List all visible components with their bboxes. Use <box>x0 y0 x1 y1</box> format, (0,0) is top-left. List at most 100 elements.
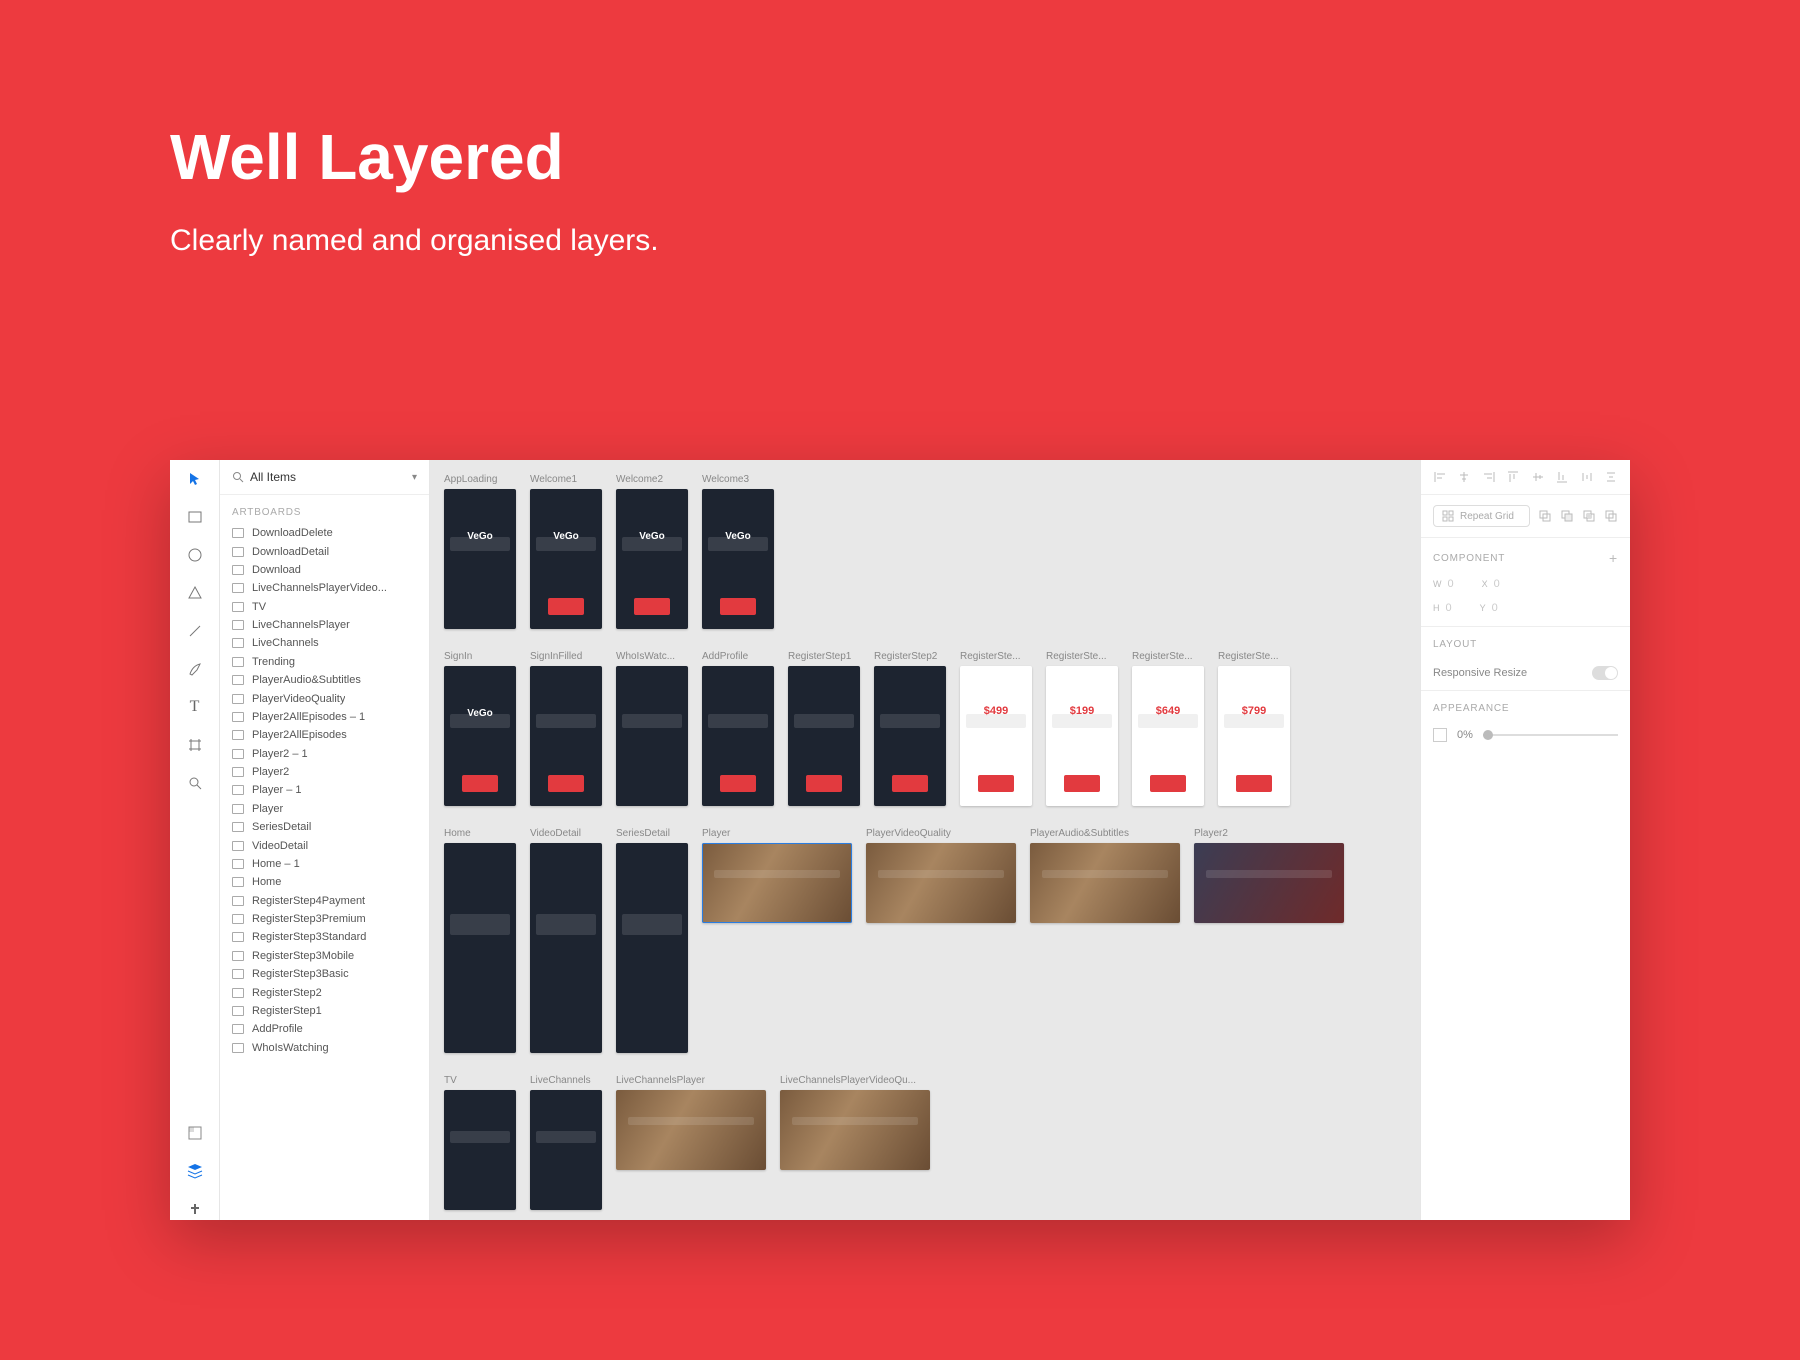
align-right-icon[interactable] <box>1482 470 1496 484</box>
opacity-value[interactable]: 0% <box>1457 729 1473 741</box>
artboard[interactable]: LiveChannelsPlayer <box>616 1075 766 1210</box>
zoom-tool-icon[interactable] <box>184 772 206 794</box>
layer-item[interactable]: Player2AllEpisodes – 1 <box>220 708 429 726</box>
x-value[interactable]: 0 <box>1494 578 1500 590</box>
artboard-thumb[interactable]: $199 <box>1046 666 1118 806</box>
text-tool-icon[interactable]: T <box>184 696 206 718</box>
align-top-icon[interactable] <box>1506 470 1520 484</box>
artboard[interactable]: AddProfile <box>702 651 774 806</box>
artboard[interactable]: RegisterSte...$799 <box>1218 651 1290 806</box>
align-bottom-icon[interactable] <box>1555 470 1569 484</box>
artboard[interactable]: WhoIsWatc... <box>616 651 688 806</box>
boolean-excl-icon[interactable] <box>1604 509 1618 523</box>
align-hcenter-icon[interactable] <box>1457 470 1471 484</box>
artboard-thumb[interactable] <box>616 666 688 806</box>
plugins-panel-icon[interactable] <box>184 1198 206 1220</box>
w-value[interactable]: 0 <box>1448 578 1454 590</box>
responsive-resize-toggle[interactable] <box>1592 666 1618 680</box>
layer-item[interactable]: DownloadDelete <box>220 524 429 542</box>
artboard[interactable]: Player2 <box>1194 828 1344 1053</box>
repeat-grid-button[interactable]: Repeat Grid <box>1433 505 1530 527</box>
artboard[interactable]: RegisterSte...$199 <box>1046 651 1118 806</box>
artboard-thumb[interactable]: VeGo <box>444 489 516 629</box>
artboard[interactable]: RegisterSte...$649 <box>1132 651 1204 806</box>
artboard-thumb[interactable]: $649 <box>1132 666 1204 806</box>
polygon-tool-icon[interactable] <box>184 582 206 604</box>
artboard[interactable]: LiveChannels <box>530 1075 602 1210</box>
opacity-slider[interactable] <box>1483 734 1618 736</box>
layer-item[interactable]: RegisterStep3Premium <box>220 910 429 928</box>
artboard[interactable]: RegisterStep2 <box>874 651 946 806</box>
boolean-int-icon[interactable] <box>1582 509 1596 523</box>
layer-item[interactable]: Player2AllEpisodes <box>220 726 429 744</box>
align-left-icon[interactable] <box>1433 470 1447 484</box>
artboard-thumb[interactable] <box>788 666 860 806</box>
artboard-thumb[interactable] <box>780 1090 930 1170</box>
layer-item[interactable]: LiveChannelsPlayerVideo... <box>220 579 429 597</box>
layer-item[interactable]: Trending <box>220 653 429 671</box>
artboard-thumb[interactable] <box>866 843 1016 923</box>
artboard-thumb[interactable] <box>444 1090 516 1210</box>
rectangle-tool-icon[interactable] <box>184 506 206 528</box>
layer-item[interactable]: RegisterStep3Basic <box>220 965 429 983</box>
layer-item[interactable]: SeriesDetail <box>220 818 429 836</box>
layer-item[interactable]: RegisterStep3Mobile <box>220 947 429 965</box>
artboard[interactable]: SignInVeGo <box>444 651 516 806</box>
artboard-thumb[interactable]: VeGo <box>530 489 602 629</box>
layer-item[interactable]: RegisterStep3Standard <box>220 928 429 946</box>
artboard-thumb[interactable] <box>702 843 852 923</box>
artboard-thumb[interactable] <box>1030 843 1180 923</box>
canvas[interactable]: AppLoadingVeGoWelcome1VeGoWelcome2VeGoWe… <box>430 460 1420 1220</box>
artboard-thumb[interactable] <box>530 843 602 1053</box>
artboard[interactable]: LiveChannelsPlayerVideoQu... <box>780 1075 930 1210</box>
opacity-swatch[interactable] <box>1433 728 1447 742</box>
artboard-thumb[interactable]: VeGo <box>702 489 774 629</box>
artboard-thumb[interactable] <box>616 1090 766 1170</box>
layer-item[interactable]: RegisterStep2 <box>220 983 429 1001</box>
artboard-thumb[interactable] <box>530 666 602 806</box>
layer-item[interactable]: TV <box>220 598 429 616</box>
artboard-thumb[interactable]: VeGo <box>616 489 688 629</box>
layer-item[interactable]: Player – 1 <box>220 781 429 799</box>
align-controls[interactable] <box>1421 460 1630 495</box>
artboard-thumb[interactable]: VeGo <box>444 666 516 806</box>
layer-item[interactable]: WhoIsWatching <box>220 1039 429 1057</box>
boolean-sub-icon[interactable] <box>1560 509 1574 523</box>
layer-item[interactable]: AddProfile <box>220 1020 429 1038</box>
layer-item[interactable]: Player2 <box>220 763 429 781</box>
layer-item[interactable]: LiveChannelsPlayer <box>220 616 429 634</box>
artboard[interactable]: VideoDetail <box>530 828 602 1053</box>
layers-panel-icon[interactable] <box>184 1160 206 1182</box>
artboard-thumb[interactable] <box>616 843 688 1053</box>
artboard-tool-icon[interactable] <box>184 734 206 756</box>
boolean-add-icon[interactable] <box>1538 509 1552 523</box>
layer-item[interactable]: DownloadDetail <box>220 542 429 560</box>
layer-item[interactable]: RegisterStep1 <box>220 1002 429 1020</box>
artboard-thumb[interactable]: $799 <box>1218 666 1290 806</box>
line-tool-icon[interactable] <box>184 620 206 642</box>
layer-item[interactable]: Download <box>220 561 429 579</box>
artboard[interactable]: Welcome2VeGo <box>616 474 688 629</box>
layer-item[interactable]: Home <box>220 873 429 891</box>
select-tool-icon[interactable] <box>184 468 206 490</box>
artboard[interactable]: Player <box>702 828 852 1053</box>
layers-search[interactable]: All Items ▾ <box>220 460 429 495</box>
artboard[interactable]: Home <box>444 828 516 1053</box>
artboard[interactable]: Welcome3VeGo <box>702 474 774 629</box>
layer-item[interactable]: Player2 – 1 <box>220 745 429 763</box>
artboard[interactable]: TV <box>444 1075 516 1210</box>
add-component-icon[interactable]: + <box>1609 550 1618 566</box>
layer-item[interactable]: LiveChannels <box>220 634 429 652</box>
layer-item[interactable]: Player <box>220 800 429 818</box>
assets-panel-icon[interactable] <box>184 1122 206 1144</box>
layer-item[interactable]: PlayerVideoQuality <box>220 689 429 707</box>
distribute-h-icon[interactable] <box>1580 470 1594 484</box>
artboard[interactable]: SignInFilled <box>530 651 602 806</box>
h-value[interactable]: 0 <box>1446 602 1452 614</box>
artboard[interactable]: RegisterStep1 <box>788 651 860 806</box>
artboard[interactable]: RegisterSte...$499 <box>960 651 1032 806</box>
y-value[interactable]: 0 <box>1492 602 1498 614</box>
ellipse-tool-icon[interactable] <box>184 544 206 566</box>
distribute-v-icon[interactable] <box>1604 470 1618 484</box>
artboard[interactable]: Welcome1VeGo <box>530 474 602 629</box>
